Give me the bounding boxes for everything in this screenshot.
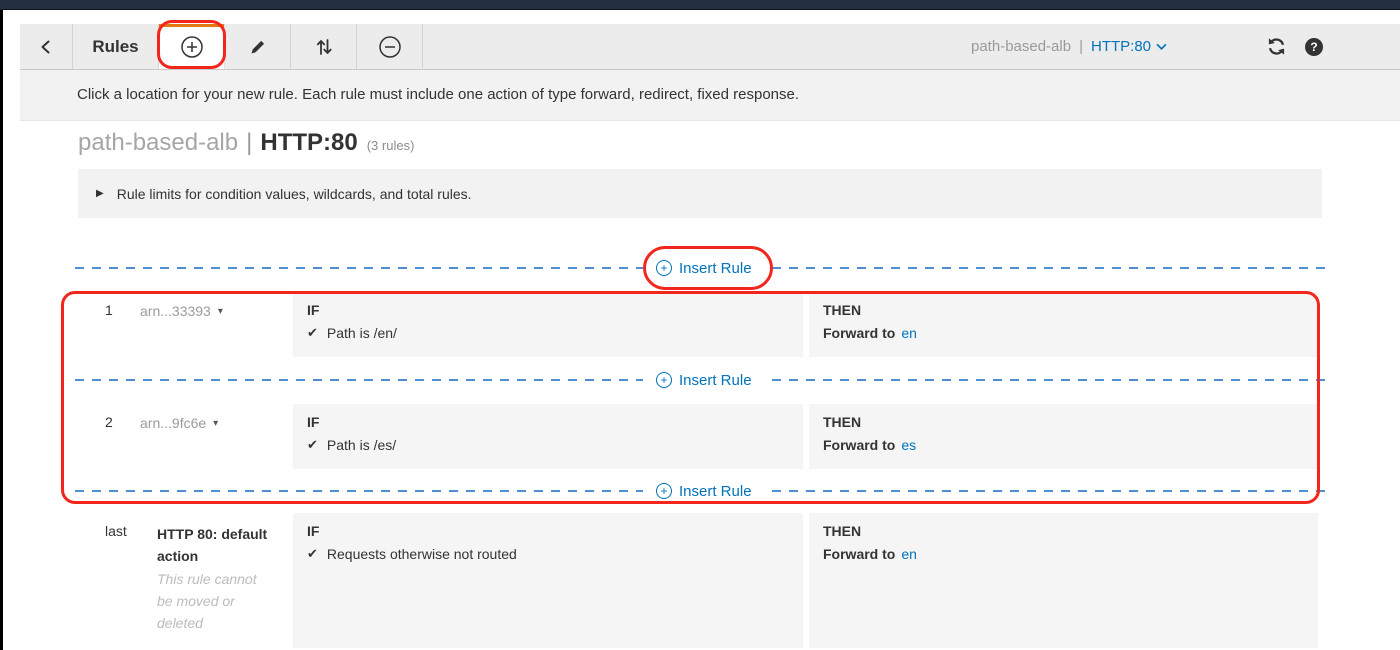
rule-if-panel: IF ✔ Path is /es/ <box>293 404 803 469</box>
target-group-link[interactable]: en <box>901 546 917 562</box>
heading-rule-count: (3 rules) <box>367 138 415 153</box>
heading-lb-name: path-based-alb <box>78 129 238 157</box>
insert-rule-button-3[interactable]: + Insert Rule <box>643 477 765 505</box>
rule-row-default: last HTTP 80: default action This rule c… <box>78 513 1318 648</box>
rule-position: 1 <box>78 292 140 357</box>
check-icon: ✔ <box>307 546 318 562</box>
target-group-link[interactable]: es <box>901 437 916 453</box>
rule-row-1: 1 arn...33393 ▾ IF ✔ Path is /en/ THEN F… <box>78 292 1318 357</box>
expander-arrow-icon: ▶ <box>96 188 104 199</box>
rule-then-panel: THEN Forward to en <box>809 513 1318 648</box>
plus-circle-icon <box>180 35 204 59</box>
rule-then-panel: THEN Forward to en <box>809 292 1318 357</box>
delete-rule-button[interactable] <box>357 24 423 69</box>
chevron-down-icon <box>1156 43 1167 51</box>
insert-rule-row-3: + Insert Rule <box>75 477 1332 505</box>
load-balancer-name: path-based-alb <box>971 38 1071 55</box>
listener-selector[interactable]: HTTP:80 <box>1091 38 1167 55</box>
toolbar-spacer <box>423 24 971 69</box>
rule-arn-dropdown[interactable]: arn...33393 ▾ <box>140 292 293 357</box>
rule-arn-label: arn...33393 <box>140 303 211 319</box>
edit-rule-button[interactable] <box>225 24 291 69</box>
insert-plus-icon: + <box>656 483 672 499</box>
info-banner-text: Click a location for your new rule. Each… <box>77 86 799 103</box>
rule-arn-dropdown[interactable]: arn...9fc6e ▾ <box>140 404 293 469</box>
page-heading: path-based-alb | HTTP:80 (3 rules) <box>78 129 414 157</box>
heading-separator: | <box>246 129 252 157</box>
caret-down-icon: ▾ <box>213 418 218 429</box>
rule-if-panel: IF ✔ Path is /en/ <box>293 292 803 357</box>
insert-rule-row-1: + Insert Rule <box>75 254 1332 282</box>
insert-plus-icon: + <box>656 372 672 388</box>
listener-label: HTTP:80 <box>1091 38 1151 55</box>
rule-condition: Path is /en/ <box>327 325 397 341</box>
refresh-button[interactable] <box>1267 24 1286 69</box>
aws-top-nav-bar <box>0 0 1400 10</box>
help-button[interactable]: ? <box>1305 24 1323 69</box>
sort-arrows-icon <box>315 37 333 57</box>
then-title: THEN <box>823 414 1304 430</box>
minus-circle-icon <box>378 35 402 59</box>
default-rule-name: HTTP 80: default action <box>157 523 279 567</box>
if-title: IF <box>307 414 789 430</box>
window-left-edge <box>0 0 3 650</box>
pencil-icon <box>249 38 267 56</box>
rule-position: last <box>78 513 140 648</box>
rule-then-panel: THEN Forward to es <box>809 404 1318 469</box>
insert-rule-button-1[interactable]: + Insert Rule <box>643 254 765 282</box>
rules-toolbar: Rules path-based-alb | H <box>20 24 1400 70</box>
toolbar-title: Rules <box>73 24 159 69</box>
check-icon: ✔ <box>307 437 318 453</box>
check-icon: ✔ <box>307 325 318 341</box>
rule-if-panel: IF ✔ Requests otherwise not routed <box>293 513 803 648</box>
caret-down-icon: ▾ <box>218 306 223 317</box>
then-title: THEN <box>823 302 1304 318</box>
rule-position: 2 <box>78 404 140 469</box>
add-rule-button[interactable] <box>159 24 225 69</box>
alb-rules-editor-screen: Rules path-based-alb | H <box>0 0 1400 650</box>
toolbar-context: path-based-alb | HTTP:80 <box>971 24 1167 69</box>
refresh-icon <box>1267 37 1286 56</box>
insert-rule-row-2: + Insert Rule <box>75 366 1332 394</box>
insert-rule-label: Insert Rule <box>679 260 752 277</box>
rule-limits-label: Rule limits for condition values, wildca… <box>117 186 472 202</box>
insert-plus-icon: + <box>656 260 672 276</box>
reorder-rules-button[interactable] <box>291 24 357 69</box>
insert-rule-button-2[interactable]: + Insert Rule <box>643 366 765 394</box>
chevron-left-icon <box>38 39 54 55</box>
target-group-link[interactable]: en <box>901 325 917 341</box>
rule-arn-label: arn...9fc6e <box>140 415 206 431</box>
back-button[interactable] <box>20 24 73 69</box>
info-banner: Click a location for your new rule. Each… <box>20 70 1400 121</box>
toolbar-right-pad <box>1342 24 1400 69</box>
forward-to-label: Forward to <box>823 437 895 453</box>
if-title: IF <box>307 523 789 539</box>
help-icon: ? <box>1305 38 1323 56</box>
if-title: IF <box>307 302 789 318</box>
default-rule-info: HTTP 80: default action This rule cannot… <box>140 513 293 648</box>
context-separator: | <box>1079 38 1083 55</box>
rule-condition: Path is /es/ <box>327 437 396 453</box>
heading-listener: HTTP:80 <box>260 129 357 157</box>
insert-rule-label: Insert Rule <box>679 483 752 500</box>
insert-rule-label: Insert Rule <box>679 372 752 389</box>
forward-to-label: Forward to <box>823 546 895 562</box>
forward-to-label: Forward to <box>823 325 895 341</box>
rule-limits-expander[interactable]: ▶ Rule limits for condition values, wild… <box>78 169 1322 218</box>
rule-row-2: 2 arn...9fc6e ▾ IF ✔ Path is /es/ THEN F… <box>78 404 1318 469</box>
then-title: THEN <box>823 523 1304 539</box>
rule-condition: Requests otherwise not routed <box>327 546 517 562</box>
default-rule-note: This rule cannot be moved or deleted <box>157 568 269 634</box>
